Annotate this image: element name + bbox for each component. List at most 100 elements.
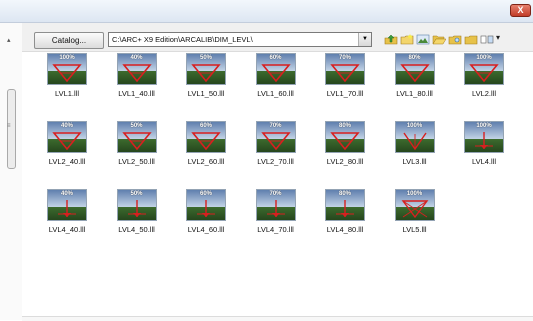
thumbnail-image: 60% [186, 121, 226, 153]
thumbnail-percent-label: 80% [408, 55, 421, 61]
thumbnail-tile[interactable]: 80% LVL4_80.lll [312, 189, 378, 253]
thumbnail-percent-label: 50% [130, 123, 143, 129]
thumbnail-percent-label: 70% [269, 191, 282, 197]
image-folder-icon[interactable] [416, 34, 430, 45]
file-name-label: LVL1_80.lll [396, 89, 433, 98]
file-name-label: LVL2_80.lll [326, 157, 364, 166]
thumbnail-tile[interactable]: 100% LVL4.lll [451, 121, 517, 185]
thumbnail-image: 50% [186, 53, 226, 85]
path-dropdown-icon[interactable]: ▼ [358, 33, 371, 46]
thumbnail-image: 80% [325, 121, 365, 153]
file-name-label: LVL4_80.lll [326, 225, 364, 234]
folder-up-icon[interactable] [384, 34, 398, 45]
thumbnail-image: 80% [325, 189, 365, 221]
thumbnail-tile[interactable]: 60% LVL1_60.lll [243, 53, 309, 117]
thumbnail-percent-label: 100% [406, 123, 423, 129]
thumbnail-percent-label: 60% [199, 123, 212, 129]
view-mode-icon[interactable] [480, 34, 494, 45]
thumbnail-tile[interactable]: 50% LVL1_50.lll [173, 53, 239, 117]
path-value: C:\ARC+ X9 Edition\ARCALIB\DIM_LEVL\ [112, 35, 253, 44]
close-button[interactable]: X [510, 4, 531, 17]
thumbnail-percent-label: 40% [130, 55, 143, 61]
file-name-label: LVL1.lll [54, 89, 80, 98]
thumbnail-percent-label: 40% [60, 191, 73, 197]
thumbnail-percent-label: 40% [60, 123, 73, 129]
file-name-label: LVL3.lll [402, 157, 427, 166]
thumbnail-image: 70% [325, 53, 365, 85]
scroll-up-arrow-icon[interactable]: ▴ [7, 36, 11, 44]
thumbnail-percent-label: 50% [199, 55, 212, 61]
left-scrollbar[interactable]: ▴ ≡ [0, 23, 23, 320]
thumbnail-percent-label: 60% [269, 55, 282, 61]
thumbnail-image: 80% [394, 53, 435, 85]
thumbnail-tile[interactable]: 100% LVL5.lll [382, 189, 448, 253]
file-name-label: LVL2_60.lll [187, 157, 225, 166]
thumbnail-image: 40% [47, 121, 87, 153]
thumbnail-image: 70% [255, 189, 296, 221]
thumbnail-percent-label: 100% [476, 55, 492, 61]
view-dropdown-icon[interactable]: ▾ [496, 33, 500, 42]
thumbnail-image: 40% [116, 53, 157, 85]
thumbnail-percent-label: 70% [338, 55, 351, 61]
thumbnail-image: 60% [255, 53, 296, 85]
file-name-label: LVL2_70.lll [257, 157, 294, 166]
scrollbar-thumb[interactable]: ≡ [7, 89, 16, 169]
thumbnail-grid: 100% LVL1.lll 40% LVL1_40.lll 50% LVL1_50.lll… [22, 53, 533, 313]
grip-icon: ≡ [7, 123, 11, 129]
thumbnail-percent-label: 70% [269, 123, 282, 129]
thumbnail-percent-label: 60% [199, 191, 212, 197]
thumbnail-percent-label: 80% [338, 123, 351, 129]
file-name-label: LVL5.lll [402, 225, 427, 234]
status-strip [22, 316, 533, 321]
thumbnail-tile[interactable]: 80% LVL1_80.lll [382, 53, 448, 117]
thumbnail-tile[interactable]: 70% LVL4_70.lll [243, 189, 309, 253]
thumbnail-tile[interactable]: 70% LVL1_70.lll [312, 53, 378, 117]
thumbnail-tile[interactable]: 40% LVL2_40.lll [34, 121, 100, 185]
file-name-label: LVL4_40.lll [48, 225, 86, 234]
catalog-button[interactable]: Catalog... [34, 32, 104, 49]
thumbnail-tile[interactable]: 40% LVL1_40.lll [104, 53, 170, 117]
thumbnail-tile[interactable]: 40% LVL4_40.lll [34, 189, 100, 253]
thumbnail-tile[interactable]: 100% LVL2.lll [451, 53, 517, 117]
thumbnail-image: 50% [116, 189, 157, 221]
thumbnail-tile[interactable]: 80% LVL2_80.lll [312, 121, 378, 185]
title-bar: X [0, 0, 533, 23]
thumbnail-percent-label: 50% [130, 191, 143, 197]
thumbnail-image: 70% [255, 121, 296, 153]
file-name-label: LVL1_40.lll [118, 89, 155, 98]
thumbnail-image: 100% [464, 53, 504, 85]
open-folder-icon[interactable] [432, 34, 446, 45]
thumbnail-image: 40% [47, 189, 87, 221]
toolbar: Catalog... C:\ARC+ X9 Edition\ARCALIB\DI… [22, 23, 533, 52]
file-name-label: LVL1_50.lll [187, 89, 225, 98]
file-name-label: LVL4.lll [471, 157, 497, 166]
thumbnail-percent-label: 100% [476, 123, 492, 129]
thumbnail-image: 100% [464, 121, 504, 153]
file-browser-panel: Catalog... C:\ARC+ X9 Edition\ARCALIB\DI… [22, 23, 533, 321]
file-name-label: LVL4_70.lll [257, 225, 294, 234]
thumbnail-tile[interactable]: 50% LVL2_50.lll [104, 121, 170, 185]
thumbnail-tile[interactable]: 60% LVL4_60.lll [173, 189, 239, 253]
file-name-label: LVL2.lll [471, 89, 497, 98]
thumbnail-percent-label: 100% [406, 191, 423, 197]
file-name-label: LVL2_50.lll [118, 157, 155, 166]
thumbnail-tile[interactable]: 100% LVL3.lll [382, 121, 448, 185]
thumbnail-tile[interactable]: 100% LVL1.lll [34, 53, 100, 117]
thumbnail-tile[interactable]: 60% LVL2_60.lll [173, 121, 239, 185]
path-combobox[interactable]: C:\ARC+ X9 Edition\ARCALIB\DIM_LEVL\ ▼ [108, 32, 372, 47]
folder-search-icon[interactable] [448, 34, 462, 45]
file-name-label: LVL4_50.lll [118, 225, 155, 234]
file-name-label: LVL1_70.lll [326, 89, 364, 98]
thumbnail-image: 60% [186, 189, 226, 221]
file-name-label: LVL2_40.lll [48, 157, 86, 166]
thumbnail-tile[interactable]: 70% LVL2_70.lll [243, 121, 309, 185]
file-name-label: LVL4_60.lll [187, 225, 225, 234]
file-name-label: LVL1_60.lll [257, 89, 294, 98]
thumbnail-image: 100% [394, 189, 435, 221]
thumbnail-tile[interactable]: 50% LVL4_50.lll [104, 189, 170, 253]
thumbnail-percent-label: 80% [338, 191, 351, 197]
new-folder-icon[interactable] [400, 34, 414, 45]
thumbnail-image: 100% [47, 53, 87, 85]
thumbnail-percent-label: 100% [59, 55, 75, 61]
folder-icon[interactable] [464, 34, 478, 45]
